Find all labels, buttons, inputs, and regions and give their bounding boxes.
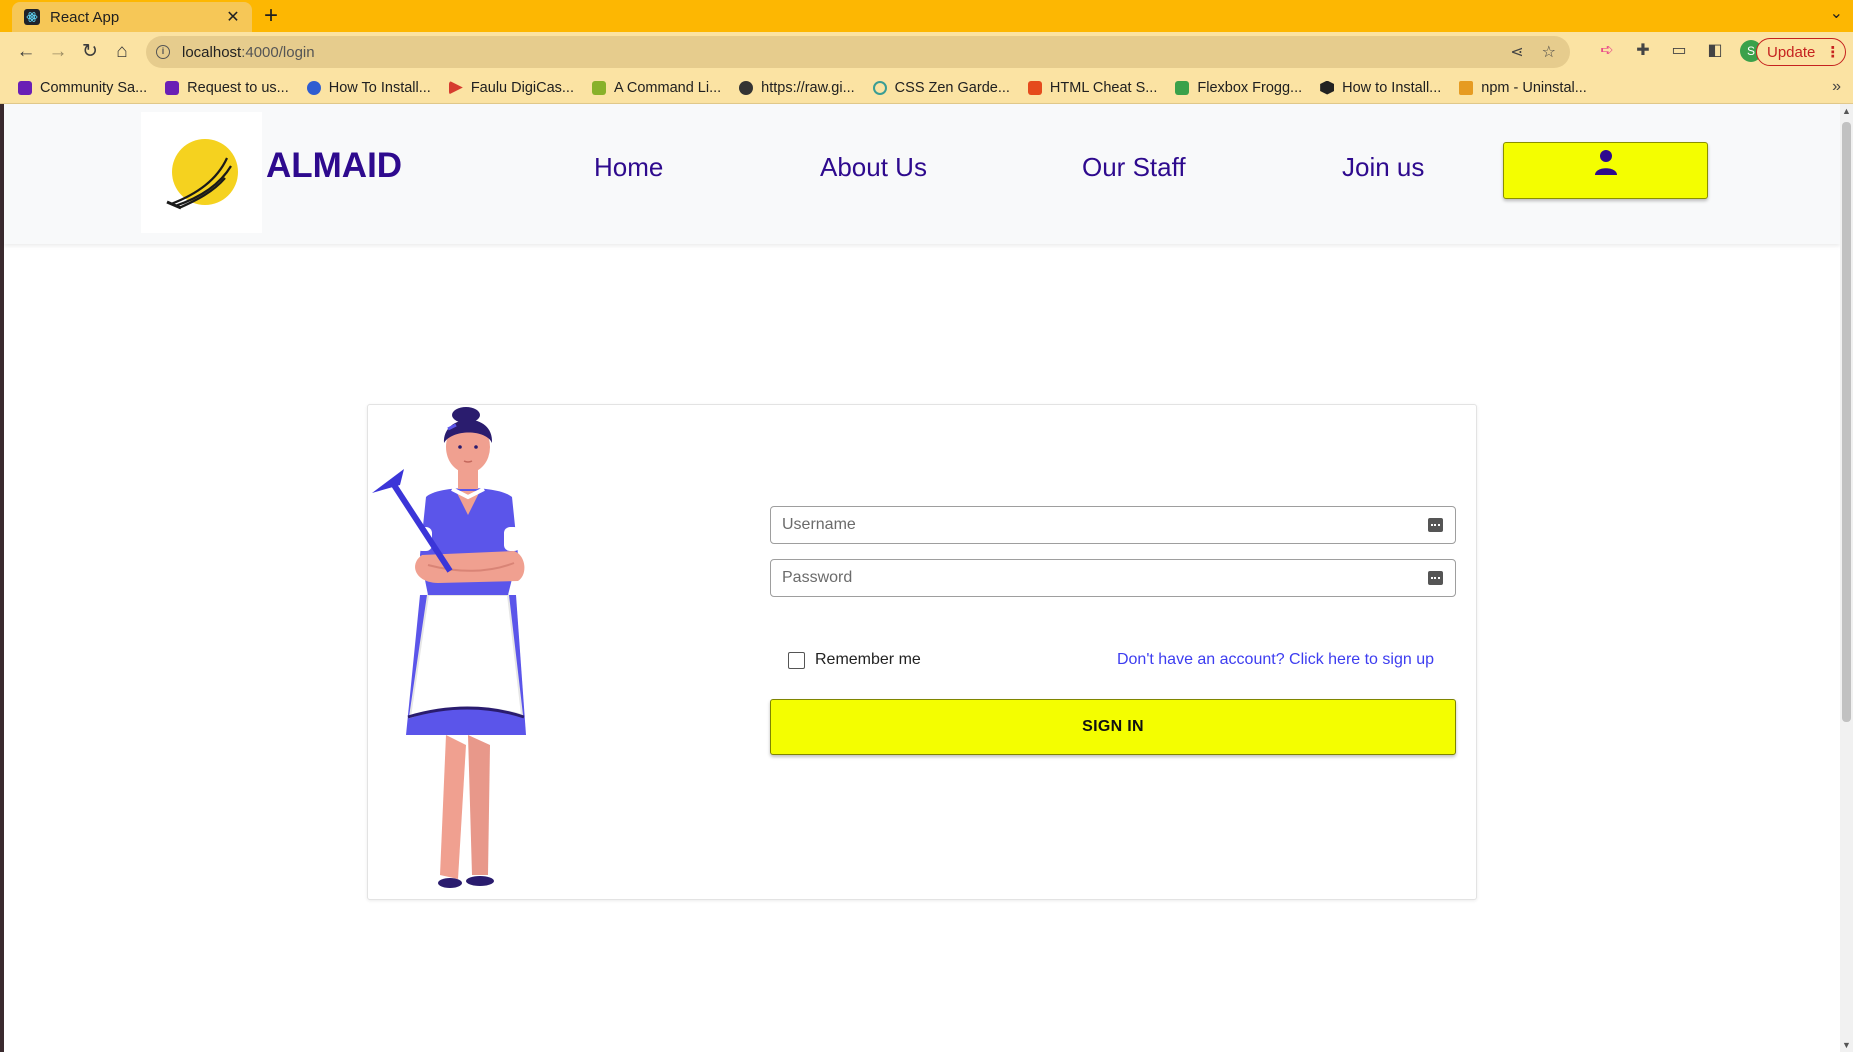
new-tab-icon[interactable]: + bbox=[264, 2, 278, 30]
password-input[interactable] bbox=[771, 560, 1391, 596]
close-icon[interactable]: ✕ bbox=[224, 7, 242, 27]
scrollbar[interactable]: ▲ ▼ bbox=[1840, 104, 1853, 1052]
html5-icon bbox=[1027, 80, 1042, 95]
bookmark-icon bbox=[18, 80, 32, 95]
bookmark-item[interactable]: Flexbox Frogg... bbox=[1175, 80, 1302, 96]
sign-in-button[interactable]: SIGN IN bbox=[770, 699, 1456, 755]
bookmark-item[interactable]: HTML Cheat S... bbox=[1027, 80, 1157, 96]
account-button[interactable] bbox=[1503, 142, 1708, 199]
puzzle-icon[interactable]: ✚ bbox=[1632, 40, 1654, 62]
user-icon bbox=[1594, 150, 1617, 175]
bookmarks-bar: Community Sa... Request to us... How To … bbox=[0, 72, 1853, 104]
bookmark-icon bbox=[1459, 80, 1474, 95]
bookmark-item[interactable]: npm - Uninstal... bbox=[1459, 80, 1587, 96]
password-field[interactable] bbox=[770, 559, 1456, 597]
site-navbar: ALMAID Home About Us Our Staff Join us bbox=[4, 104, 1840, 244]
username-field[interactable] bbox=[770, 506, 1456, 544]
login-card: Remember me Don't have an account? Click… bbox=[367, 404, 1477, 900]
extension-arrow-icon[interactable]: ➪ bbox=[1596, 40, 1618, 62]
signup-link[interactable]: Don't have an account? Click here to sig… bbox=[1117, 651, 1434, 669]
bookmark-item[interactable]: Faulu DigiCas... bbox=[448, 80, 574, 96]
bookmark-item[interactable]: How to Install... bbox=[1320, 80, 1441, 96]
react-icon bbox=[24, 9, 40, 25]
maid-illustration bbox=[372, 407, 526, 888]
bookmark-item[interactable]: How To Install... bbox=[306, 80, 431, 96]
logo-moon-icon bbox=[165, 138, 238, 209]
bookmark-icon bbox=[872, 80, 887, 95]
hexagon-icon bbox=[1320, 80, 1335, 95]
nav-home[interactable]: Home bbox=[594, 152, 663, 183]
play-store-icon bbox=[448, 80, 463, 95]
bookmark-item[interactable]: Community Sa... bbox=[18, 80, 147, 96]
site-logo[interactable] bbox=[141, 112, 262, 233]
chevron-down-icon[interactable]: ⌄ bbox=[1830, 3, 1843, 23]
bookmark-icon bbox=[591, 80, 606, 95]
frog-icon bbox=[1175, 80, 1190, 95]
url-text: localhost:4000/login bbox=[182, 43, 315, 61]
sidepanel-icon[interactable]: ◧ bbox=[1704, 40, 1726, 62]
remember-me[interactable]: Remember me bbox=[788, 651, 921, 669]
cast-icon[interactable]: ▭ bbox=[1668, 40, 1690, 62]
update-button[interactable]: Update ⋮ bbox=[1756, 38, 1846, 66]
scrollbar-thumb[interactable] bbox=[1842, 122, 1851, 722]
reload-icon[interactable]: ↻ bbox=[78, 40, 102, 64]
scroll-up-icon[interactable]: ▲ bbox=[1842, 106, 1851, 116]
forward-icon[interactable]: → bbox=[46, 40, 70, 64]
address-bar[interactable]: i localhost:4000/login ⋖ ☆ bbox=[146, 36, 1570, 68]
password-manager-icon[interactable] bbox=[1428, 518, 1443, 532]
bookmark-item[interactable]: A Command Li... bbox=[591, 80, 721, 96]
remember-label[interactable]: Remember me bbox=[815, 651, 921, 669]
browser-tabstrip: React App ✕ + ⌄ bbox=[0, 0, 1853, 32]
star-icon[interactable]: ☆ bbox=[1542, 42, 1556, 62]
bookmark-icon bbox=[165, 80, 180, 95]
share-icon[interactable]: ⋖ bbox=[1510, 42, 1523, 62]
browser-toolbar: ← → ↻ ⌂ i localhost:4000/login ⋖ ☆ ➪ ✚ ▭… bbox=[0, 32, 1853, 72]
nav-join-us[interactable]: Join us bbox=[1342, 152, 1424, 183]
info-icon[interactable]: i bbox=[156, 45, 170, 59]
bookmark-item[interactable]: Request to us... bbox=[165, 80, 289, 96]
scroll-down-icon[interactable]: ▼ bbox=[1842, 1040, 1851, 1050]
nav-our-staff[interactable]: Our Staff bbox=[1082, 152, 1186, 183]
brand-name[interactable]: ALMAID bbox=[266, 146, 402, 186]
browser-tab[interactable]: React App ✕ bbox=[12, 2, 252, 32]
remember-checkbox[interactable] bbox=[788, 651, 805, 669]
password-manager-icon[interactable] bbox=[1428, 571, 1443, 585]
more-icon: ⋮ bbox=[1825, 44, 1841, 61]
bookmark-item[interactable]: https://raw.gi... bbox=[739, 80, 855, 96]
bookmark-item[interactable]: CSS Zen Garde... bbox=[872, 80, 1010, 96]
username-input[interactable] bbox=[771, 507, 1391, 543]
home-icon[interactable]: ⌂ bbox=[110, 40, 134, 64]
bookmark-icon bbox=[306, 80, 321, 95]
tab-title: React App bbox=[50, 8, 120, 26]
chevron-right-icon[interactable]: » bbox=[1832, 78, 1841, 96]
page-viewport: ALMAID Home About Us Our Staff Join us U… bbox=[4, 104, 1840, 1052]
nav-about-us[interactable]: About Us bbox=[820, 152, 927, 183]
back-icon[interactable]: ← bbox=[14, 40, 38, 64]
globe-icon bbox=[739, 80, 754, 95]
